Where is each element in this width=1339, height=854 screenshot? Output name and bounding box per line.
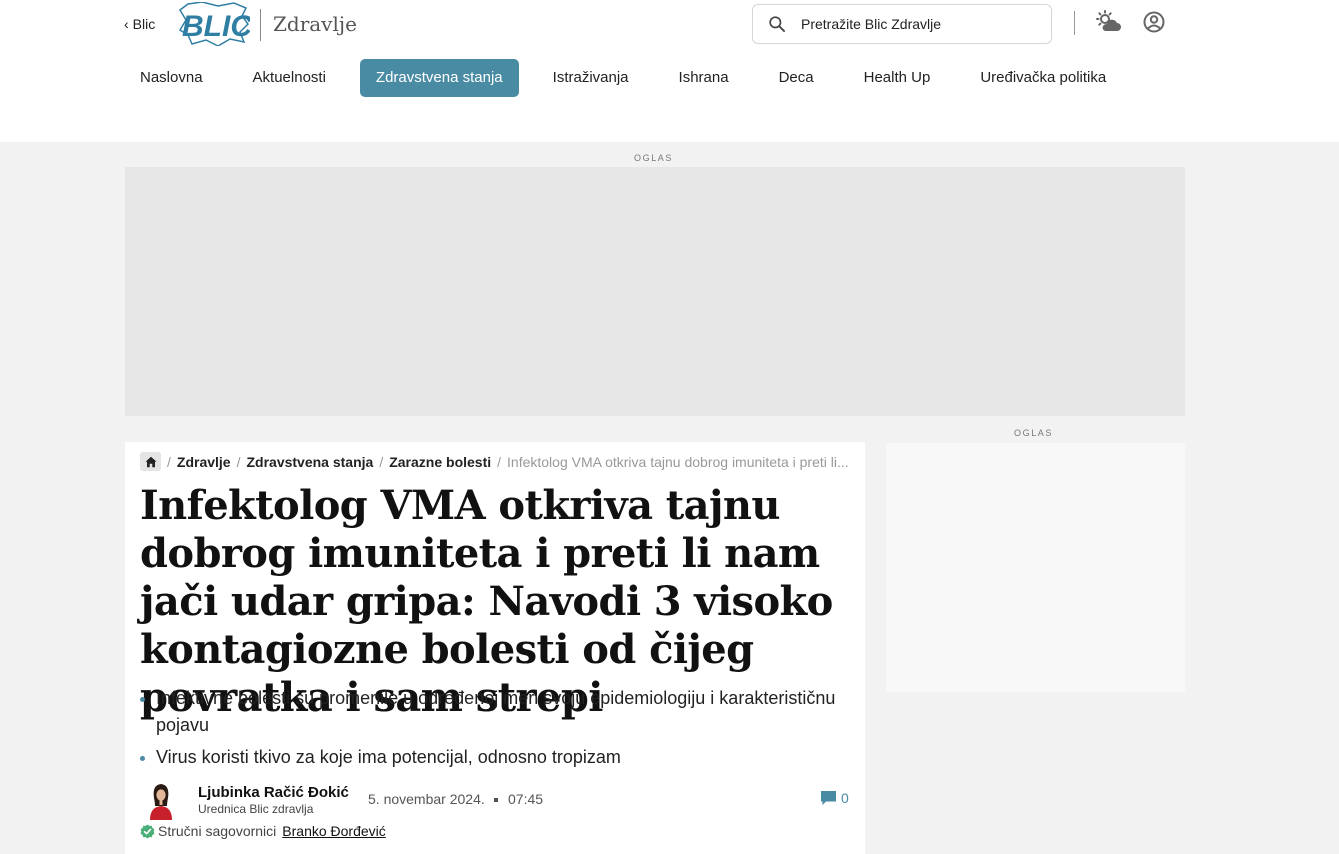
- nav-item-health-up[interactable]: Health Up: [848, 59, 947, 97]
- publish-time: 07:45: [508, 791, 544, 807]
- nav-item-deca[interactable]: Deca: [763, 59, 830, 97]
- nav-item-aktuelnosti[interactable]: Aktuelnosti: [237, 59, 342, 97]
- author-avatar[interactable]: [143, 780, 179, 820]
- comment-icon: [821, 791, 836, 805]
- breadcrumb-separator: /: [236, 453, 241, 470]
- nav-item-ishrana[interactable]: Ishrana: [663, 59, 745, 97]
- weather-icon[interactable]: [1096, 10, 1122, 34]
- publish-date: 5. novembar 2024.: [368, 791, 485, 807]
- nav-item-istrazivanja[interactable]: Istraživanja: [537, 59, 645, 97]
- highlight-item: Infektivne bolesti su promenile u određe…: [140, 685, 855, 739]
- breadcrumb-separator: /: [497, 453, 502, 470]
- header-divider: [1074, 11, 1075, 35]
- user-account-icon[interactable]: [1143, 11, 1165, 33]
- search-input[interactable]: [801, 16, 1041, 32]
- comments-link[interactable]: 0: [820, 790, 849, 806]
- breadcrumb-item-zdravlje[interactable]: Zdravlje: [177, 454, 231, 470]
- logo-text: BLIC: [182, 10, 250, 43]
- author-role: Urednica Blic zdravlja: [198, 802, 314, 816]
- ad-banner-top[interactable]: [125, 167, 1185, 416]
- section-name[interactable]: Zdravlje: [273, 12, 357, 36]
- nav-item-uredjivacka-politika[interactable]: Uređivačka politika: [964, 59, 1122, 97]
- site-header: ‹ Blic BLIC Zdravlje Naslovna Aktuelnosti…: [0, 0, 1339, 142]
- search-icon[interactable]: [767, 14, 787, 34]
- breadcrumb-item-zarazne-bolesti[interactable]: Zarazne bolesti: [389, 454, 491, 470]
- breadcrumb-home[interactable]: [140, 452, 161, 471]
- comment-count: 0: [841, 790, 849, 806]
- ad-label-side: OGLAS: [1014, 428, 1054, 438]
- article-card: / Zdravlje / Zdravstvena stanja / Zarazn…: [125, 442, 865, 854]
- logo-divider: [260, 9, 261, 41]
- article-highlights: Infektivne bolesti su promenile u određe…: [140, 685, 855, 776]
- back-link-label: Blic: [132, 16, 156, 32]
- experts-label: Stručni sagovornici: [158, 823, 277, 839]
- verified-check-icon: [140, 823, 155, 839]
- main-nav: Naslovna Aktuelnosti Zdravstvena stanja Ist…: [124, 59, 1140, 97]
- nav-item-naslovna[interactable]: Naslovna: [124, 59, 219, 97]
- nav-item-zdravstvena-stanja[interactable]: Zdravstvena stanja: [359, 59, 519, 97]
- blic-logo[interactable]: BLIC: [178, 2, 250, 46]
- breadcrumb-current: Infektolog VMA otkriva tajnu dobrog imun…: [507, 453, 849, 470]
- home-icon: [145, 456, 156, 467]
- breadcrumb: / Zdravlje / Zdravstvena stanja / Zarazn…: [140, 452, 849, 471]
- breadcrumb-separator: /: [167, 453, 171, 470]
- meta-separator-dot: [494, 798, 498, 802]
- experts-line: Stručni sagovornici Branko Đorđević: [140, 823, 386, 839]
- ad-banner-side[interactable]: [886, 443, 1185, 692]
- author-name[interactable]: Ljubinka Račić Đokić: [198, 784, 349, 801]
- expert-link[interactable]: Branko Đorđević: [282, 823, 386, 839]
- highlight-item: Virus koristi tkivo za koje ima potencij…: [140, 744, 855, 771]
- breadcrumb-separator: /: [379, 453, 384, 470]
- breadcrumb-item-zdravstvena-stanja[interactable]: Zdravstvena stanja: [246, 454, 373, 470]
- ad-label-top: OGLAS: [634, 153, 674, 163]
- back-to-blic-link[interactable]: ‹ Blic: [124, 16, 155, 32]
- search-box[interactable]: [752, 4, 1052, 44]
- chevron-left-icon: ‹: [124, 16, 129, 32]
